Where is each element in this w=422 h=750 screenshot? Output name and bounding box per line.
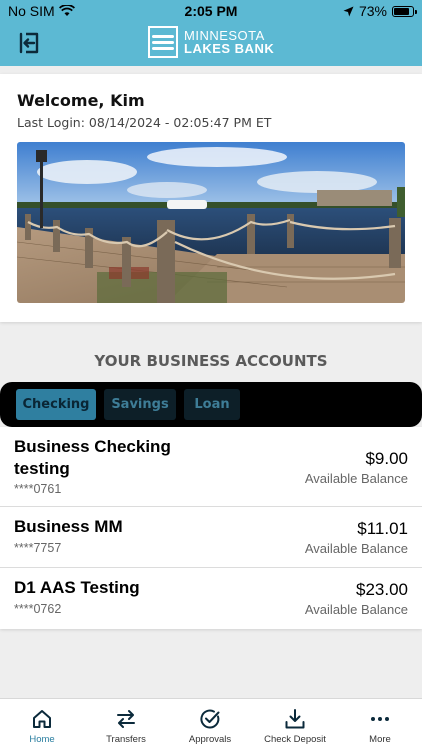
logout-icon[interactable] xyxy=(18,32,40,54)
status-right: 73% xyxy=(343,3,417,19)
account-number: ****0761 xyxy=(14,482,62,496)
nav-check-deposit-label: Check Deposit xyxy=(264,734,326,745)
account-name: Business MM xyxy=(14,517,123,536)
location-arrow-icon xyxy=(343,6,354,16)
battery-icon xyxy=(392,5,417,17)
bank-logo: MINNESOTA LAKES BANK xyxy=(148,26,274,58)
last-login: Last Login: 08/14/2024 - 02:05:47 PM ET xyxy=(17,115,272,130)
battery-percent: 73% xyxy=(358,3,387,19)
nav-home[interactable]: Home xyxy=(0,699,84,750)
tab-checking[interactable]: Checking xyxy=(16,389,96,420)
account-number: ****0762 xyxy=(14,602,62,616)
tab-savings[interactable]: Savings xyxy=(104,389,176,420)
accounts-list: Business Checking testing ****0761 $9.00… xyxy=(0,427,422,629)
check-circle-icon xyxy=(200,709,220,729)
status-bar: No SIM 2:05 PM 73% xyxy=(0,0,422,22)
logo-mark-icon xyxy=(148,26,178,58)
welcome-title: Welcome, Kim xyxy=(17,91,145,110)
nav-approvals-label: Approvals xyxy=(188,734,232,745)
account-balance: $11.01 xyxy=(357,519,408,538)
nav-check-deposit[interactable]: Check Deposit xyxy=(253,699,337,750)
logo-line-2: LAKES BANK xyxy=(184,41,275,56)
account-row[interactable]: Business Checking testing ****0761 $9.00… xyxy=(0,427,422,507)
bottom-nav: Home Transfers Approvals Check Deposit M… xyxy=(0,698,422,750)
account-balance: $9.00 xyxy=(365,449,408,468)
nav-transfers-label: Transfers xyxy=(106,734,146,745)
download-tray-icon xyxy=(285,709,305,729)
balance-label: Available Balance xyxy=(304,541,408,556)
account-name: D1 AAS Testing xyxy=(14,578,140,597)
tab-loan[interactable]: Loan xyxy=(184,389,240,420)
account-name: Business Checking testing xyxy=(14,437,171,478)
app-header: No SIM 2:05 PM 73% MINNESOTA LAKES BANK xyxy=(0,0,422,66)
logo-text: MINNESOTA LAKES BANK xyxy=(184,29,274,55)
section-title: YOUR BUSINESS ACCOUNTS xyxy=(94,352,328,370)
account-balance: $23.00 xyxy=(356,580,408,599)
account-type-tabs: Checking Savings Loan xyxy=(0,382,422,427)
balance-label: Available Balance xyxy=(304,471,408,486)
nav-transfers[interactable]: Transfers xyxy=(84,699,168,750)
more-dots-icon xyxy=(371,717,389,721)
account-number: ****7757 xyxy=(14,541,62,555)
lake-dock-photo xyxy=(17,142,405,303)
nav-home-label: Home xyxy=(29,734,55,745)
account-row[interactable]: D1 AAS Testing ****0762 $23.00 Available… xyxy=(0,568,422,629)
balance-label: Available Balance xyxy=(304,602,408,617)
welcome-card: Welcome, Kim Last Login: 08/14/2024 - 02… xyxy=(0,74,422,322)
transfer-arrows-icon xyxy=(117,710,135,728)
home-icon xyxy=(33,710,51,728)
nav-approvals[interactable]: Approvals xyxy=(168,699,252,750)
nav-more-label: More xyxy=(369,734,391,745)
nav-more[interactable]: More xyxy=(338,699,422,750)
account-row[interactable]: Business MM ****7757 $11.01 Available Ba… xyxy=(0,507,422,568)
